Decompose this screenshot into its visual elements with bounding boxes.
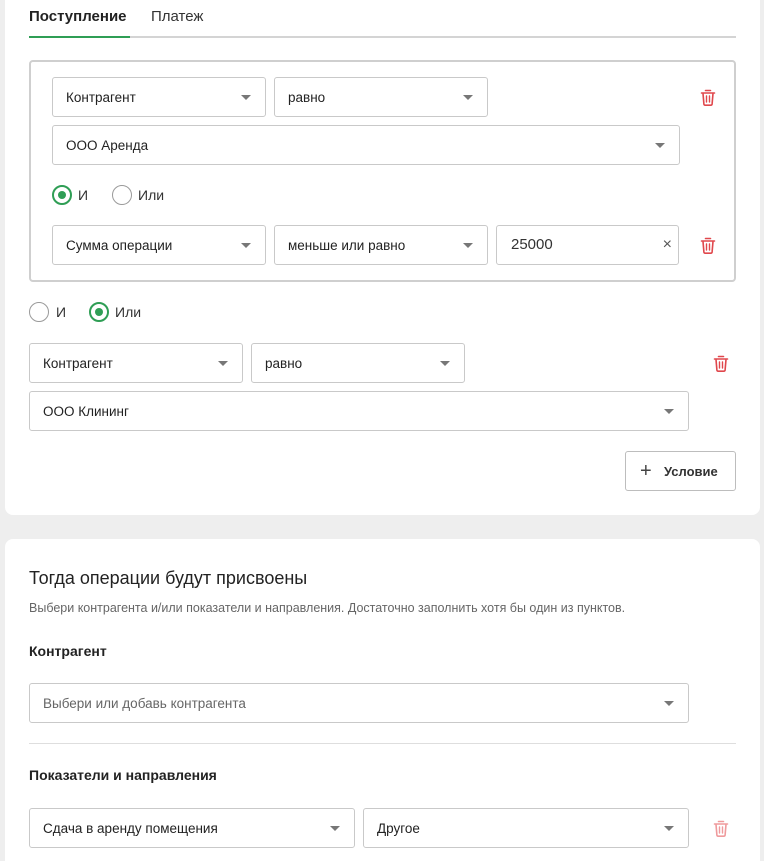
close-icon[interactable]: × [663, 235, 672, 255]
select-value: Другое [377, 821, 420, 836]
chevron-down-icon [330, 826, 340, 831]
select-value: Контрагент [66, 90, 136, 105]
radio-and-label: И [78, 187, 89, 203]
select-value: равно [265, 356, 303, 371]
chevron-down-icon [440, 361, 450, 366]
select-value: ООО Клининг [43, 404, 129, 419]
chevron-down-icon [463, 95, 473, 100]
select-value: меньше или равно [288, 238, 406, 253]
condition-field-select[interactable]: Контрагент [29, 343, 243, 383]
assignment-card: Тогда операции будут присвоены Выбери ко… [5, 539, 760, 861]
trash-icon[interactable] [713, 355, 729, 372]
indicator-select[interactable]: Сдача в аренду помещения [29, 808, 355, 848]
select-value: Сумма операции [66, 238, 173, 253]
select-value: ООО Аренда [66, 138, 149, 153]
tab-income[interactable]: Поступление [29, 8, 127, 26]
add-condition-label: Условие [664, 464, 718, 479]
condition-operator-select[interactable]: равно [274, 77, 488, 117]
condition-field-select[interactable]: Контрагент [52, 77, 266, 117]
trash-icon[interactable] [700, 89, 716, 106]
section-title: Тогда операции будут присвоены [29, 568, 308, 588]
direction-select[interactable]: Другое [363, 808, 689, 848]
chevron-down-icon [664, 826, 674, 831]
radio-and[interactable] [52, 185, 72, 205]
counterparty-heading: Контрагент [29, 643, 107, 659]
select-value: равно [288, 90, 326, 105]
amount-input[interactable]: 25000 × [496, 225, 679, 265]
radio-or[interactable] [112, 185, 132, 205]
active-tab-indicator [29, 36, 130, 38]
condition-group: Контрагент равно ООО Аренда И Или Сумма … [29, 60, 736, 282]
radio-or-label: Или [138, 187, 165, 203]
chevron-down-icon [218, 361, 228, 366]
radio-or[interactable] [89, 302, 109, 322]
chevron-down-icon [463, 243, 473, 248]
radio-and[interactable] [29, 302, 49, 322]
chevron-down-icon [241, 243, 251, 248]
chevron-down-icon [664, 701, 674, 706]
indicators-heading: Показатели и направления [29, 767, 217, 783]
condition-value-select[interactable]: ООО Клининг [29, 391, 689, 431]
chevron-down-icon [655, 143, 665, 148]
condition-operator-select[interactable]: меньше или равно [274, 225, 488, 265]
add-condition-button[interactable]: + Условие [625, 451, 736, 491]
counterparty-select[interactable]: Выбери или добавь контрагента [29, 683, 689, 723]
section-divider [29, 743, 736, 744]
tab-payment[interactable]: Платеж [151, 8, 203, 26]
select-placeholder: Выбери или добавь контрагента [43, 696, 246, 711]
radio-or-label: Или [115, 304, 142, 320]
condition-operator-select[interactable]: равно [251, 343, 465, 383]
chevron-down-icon [664, 409, 674, 414]
chevron-down-icon [241, 95, 251, 100]
plus-icon: + [640, 460, 652, 482]
select-value: Контрагент [43, 356, 113, 371]
trash-icon[interactable] [713, 820, 729, 837]
condition-field-select[interactable]: Сумма операции [52, 225, 266, 265]
select-value: Сдача в аренду помещения [43, 821, 218, 836]
tabs-divider [29, 36, 736, 38]
input-value: 25000 [511, 236, 553, 253]
section-description: Выбери контрагента и/или показатели и на… [29, 601, 626, 615]
condition-value-select[interactable]: ООО Аренда [52, 125, 680, 165]
conditions-card: Поступление Платеж Контрагент равно ООО … [5, 0, 760, 515]
trash-icon[interactable] [700, 237, 716, 254]
radio-and-label: И [56, 304, 67, 320]
